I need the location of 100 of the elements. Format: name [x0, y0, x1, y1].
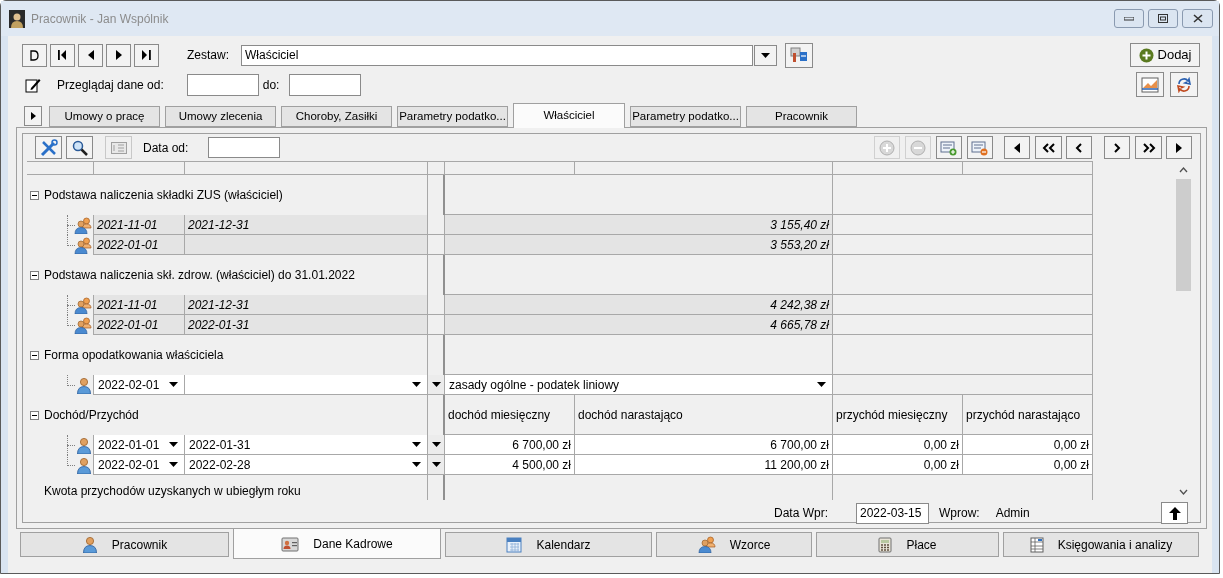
tools-button[interactable]	[35, 136, 62, 159]
first-page-button[interactable]	[1035, 136, 1062, 159]
plus-circle-icon	[1138, 47, 1154, 63]
calendar-icon	[506, 536, 523, 553]
next-page-button[interactable]	[1104, 136, 1130, 159]
tab[interactable]: Choroby, Zasiłki	[281, 106, 392, 127]
refresh-button[interactable]	[1170, 72, 1198, 97]
module-tab[interactable]: Księgowania i analizy	[1003, 532, 1199, 557]
tab[interactable]: Właściciel	[513, 103, 625, 128]
tab[interactable]: Parametry podatko...	[630, 106, 741, 127]
settings-button[interactable]	[785, 42, 813, 68]
module-tab[interactable]: Pracownik	[20, 532, 229, 557]
add-record-button[interactable]	[936, 136, 962, 159]
group-title: Podstawa naliczenia składki ZUS (właściciel)	[44, 187, 283, 204]
date-dropdown[interactable]: 2022-02-01	[94, 375, 185, 395]
date-dropdown[interactable]: 2022-01-01	[94, 435, 185, 455]
next-button[interactable]	[106, 43, 131, 67]
filter-label: Przeglądaj dane od:	[57, 76, 164, 94]
date-dropdown[interactable]: 2022-01-31	[185, 435, 428, 455]
date-cell: 2022-01-31	[185, 315, 428, 335]
calculator-icon	[878, 536, 893, 553]
card-remove-icon	[971, 139, 989, 156]
people-icon	[74, 296, 92, 314]
keypad-icon	[110, 141, 127, 154]
amount-field[interactable]: 0,00 zł	[963, 435, 1093, 455]
close-button[interactable]	[1182, 9, 1213, 28]
collapse-toggle[interactable]	[30, 270, 39, 280]
set-label: Zestaw:	[187, 47, 229, 64]
dropdown-button[interactable]	[428, 435, 445, 455]
column-header-cell	[428, 161, 445, 175]
maximize-button[interactable]	[1148, 9, 1178, 28]
date-dropdown[interactable]: 2022-02-28	[185, 455, 428, 475]
module-tab[interactable]: Dane Kadrowe	[233, 529, 441, 559]
date-to-field[interactable]	[289, 73, 362, 96]
card-add-icon	[940, 139, 958, 156]
tab[interactable]: Umowy o pracę	[49, 106, 160, 127]
amount-field[interactable]: 6 700,00 zł	[575, 435, 833, 455]
column-header: dochód miesięczny	[448, 406, 551, 424]
chevron-left-icon	[1075, 142, 1083, 153]
entry-date-field[interactable]: 2022-03-15	[856, 502, 929, 524]
group-title: Podstawa naliczenia skł. zdrow. (właściciel) do 31.01.2022	[44, 267, 355, 284]
scroll-right-button[interactable]	[1166, 136, 1192, 159]
search-icon	[71, 139, 88, 156]
minus-circle-icon	[910, 139, 926, 156]
skip-back-icon	[58, 50, 67, 60]
collapse-toggle[interactable]	[30, 190, 39, 200]
amount-field[interactable]: 0,00 zł	[833, 435, 963, 455]
module-tab[interactable]: Wzorce	[656, 532, 812, 557]
previous-button[interactable]	[78, 43, 103, 67]
module-tab[interactable]: Kalendarz	[445, 532, 652, 557]
amount-field[interactable]: 4 500,00 zł	[445, 455, 575, 475]
first-record-button[interactable]	[22, 43, 47, 67]
previous-page-button[interactable]	[1066, 136, 1092, 159]
last-page-button[interactable]	[1135, 136, 1162, 159]
amount-field[interactable]: 0,00 zł	[963, 455, 1093, 475]
add-button[interactable]: Dodaj	[1130, 43, 1200, 67]
person-icon	[76, 376, 92, 394]
export-button[interactable]	[1136, 72, 1164, 97]
refresh-icon	[1176, 76, 1192, 93]
set-field[interactable]: Właściciel	[241, 44, 753, 66]
group-title: Kwota przychodów uzyskanych w ubiegłym roku	[44, 483, 301, 500]
first-button[interactable]	[50, 43, 75, 67]
amount-field[interactable]: 6 700,00 zł	[445, 435, 575, 455]
double-chevron-left-icon	[1041, 142, 1056, 153]
tab[interactable]: Parametry podatko...	[397, 106, 508, 127]
dropdown-button[interactable]	[428, 375, 445, 395]
last-button[interactable]	[134, 43, 159, 67]
amount-field[interactable]: 0,00 zł	[833, 455, 963, 475]
author-value: Admin	[995, 505, 1030, 522]
tabs-scroll-button[interactable]	[24, 106, 42, 126]
triangle-left-icon	[87, 50, 94, 60]
app-icon	[9, 9, 25, 28]
date-from-field[interactable]	[186, 73, 259, 96]
date-cell: 2021-11-01	[94, 295, 185, 315]
people-icon	[74, 216, 92, 234]
date-dropdown[interactable]: 2022-02-01	[94, 455, 185, 475]
scroll-left-button[interactable]	[1004, 136, 1030, 159]
dropdown-button[interactable]	[754, 44, 777, 66]
edit-icon	[25, 76, 41, 93]
person-icon	[81, 536, 98, 553]
tab[interactable]: Umowy zlecenia	[165, 106, 276, 127]
scroll-top-button[interactable]	[1161, 502, 1188, 524]
close-icon	[1192, 14, 1203, 23]
collapse-toggle[interactable]	[30, 410, 39, 420]
module-tab[interactable]: Płace	[816, 532, 999, 557]
remove-record-button[interactable]	[967, 136, 993, 159]
entry-date-label: Data Wpr:	[774, 505, 828, 522]
person-icon	[76, 436, 92, 454]
dropdown-button[interactable]	[428, 455, 445, 475]
column-header: dochód narastająco	[578, 406, 683, 424]
amount-field[interactable]: 11 200,00 zł	[575, 455, 833, 475]
people-icon	[74, 316, 92, 334]
tax-form-dropdown[interactable]: zasady ogólne - podatek liniowy	[445, 375, 833, 395]
collapse-toggle[interactable]	[30, 350, 39, 360]
caret-icon	[412, 382, 421, 387]
search-button[interactable]	[66, 136, 93, 159]
date-from-field[interactable]	[208, 137, 281, 158]
author-label: Wprow:	[939, 505, 980, 522]
people-icon	[697, 536, 716, 553]
tab[interactable]: Pracownik	[746, 106, 857, 127]
